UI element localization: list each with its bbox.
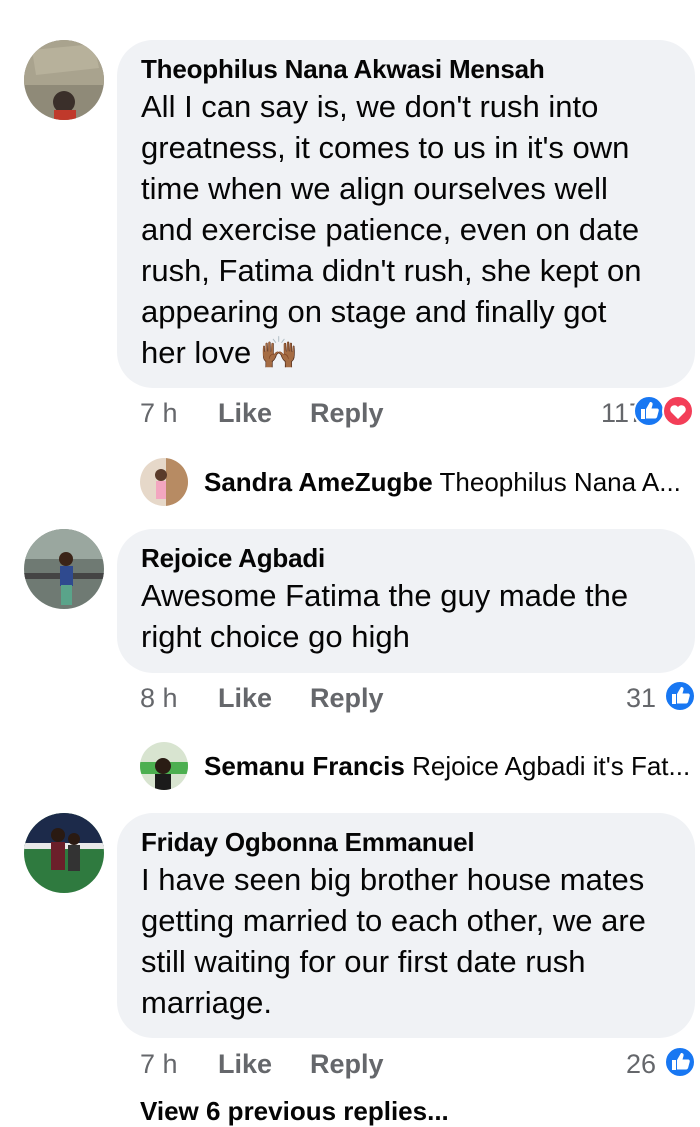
comment-timestamp[interactable]: 7 h: [140, 1049, 178, 1080]
reply-line: Semanu Francis Rejoice Agbadi it's Fat..…: [204, 750, 690, 782]
reply-preview[interactable]: Semanu Francis Rejoice Agbadi it's Fat..…: [140, 742, 690, 792]
like-icon: [633, 395, 665, 427]
reaction-count[interactable]: 31: [626, 683, 656, 714]
reactions-summary[interactable]: [662, 679, 698, 713]
avatar-semanu[interactable]: [140, 742, 188, 790]
reply-button[interactable]: Reply: [310, 398, 384, 429]
comment-actions: 7 h Like Reply 26: [140, 1046, 700, 1085]
comment-text: I have seen big brother house mates gett…: [141, 862, 646, 1020]
view-previous-replies-link[interactable]: View 6 previous replies...: [140, 1096, 449, 1127]
like-button[interactable]: Like: [218, 1049, 272, 1080]
reply-author[interactable]: Sandra AmeZugbe: [204, 467, 433, 497]
comment-timestamp[interactable]: 7 h: [140, 398, 178, 429]
avatar-friday[interactable]: [24, 813, 104, 893]
avatar-theophilus[interactable]: [24, 40, 104, 120]
reactions-summary[interactable]: [662, 1045, 698, 1079]
avatar-sandra[interactable]: [140, 458, 188, 506]
reactions-summary[interactable]: [632, 394, 698, 428]
reply-author[interactable]: Semanu Francis: [204, 751, 405, 781]
comment-author[interactable]: Rejoice Agbadi: [141, 543, 675, 573]
comment-bubble: Friday Ogbonna Emmanuel I have seen big …: [117, 813, 695, 1038]
comment-author[interactable]: Friday Ogbonna Emmanuel: [141, 827, 675, 857]
reaction-count[interactable]: 26: [626, 1049, 656, 1080]
like-button[interactable]: Like: [218, 683, 272, 714]
comment-text: Awesome Fatima the guy made the right ch…: [141, 578, 629, 654]
comment-timestamp[interactable]: 8 h: [140, 683, 178, 714]
like-button[interactable]: Like: [218, 398, 272, 429]
comment-author[interactable]: Theophilus Nana Akwasi Mensah: [141, 54, 675, 84]
comment-text: All I can say is, we don't rush into gre…: [141, 89, 642, 370]
reply-preview-text: Theophilus Nana A...: [439, 467, 681, 497]
reply-line: Sandra AmeZugbe Theophilus Nana A...: [204, 466, 681, 498]
reply-preview[interactable]: Sandra AmeZugbe Theophilus Nana A...: [140, 458, 690, 508]
avatar-rejoice[interactable]: [24, 529, 104, 609]
reply-button[interactable]: Reply: [310, 1049, 384, 1080]
comment-bubble: Rejoice Agbadi Awesome Fatima the guy ma…: [117, 529, 695, 673]
love-icon: [662, 395, 694, 427]
like-icon: [664, 1046, 696, 1078]
like-icon: [664, 680, 696, 712]
reply-button[interactable]: Reply: [310, 683, 384, 714]
comment-bubble: Theophilus Nana Akwasi Mensah All I can …: [117, 40, 695, 388]
reply-preview-text: Rejoice Agbadi it's Fat...: [412, 751, 691, 781]
comment-actions: 8 h Like Reply 31: [140, 680, 700, 719]
comment-actions: 7 h Like Reply 117: [140, 395, 700, 434]
